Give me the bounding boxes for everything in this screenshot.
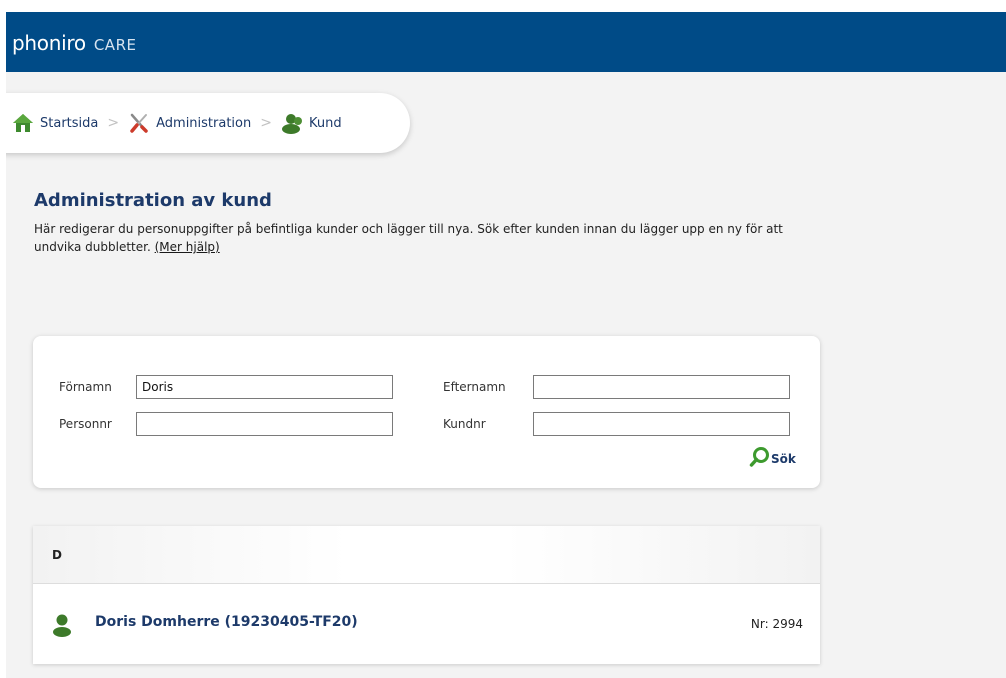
customer-name-link[interactable]: Doris Domherre (19230405-TF20) xyxy=(95,614,358,630)
group-letter: D xyxy=(52,548,62,562)
logo[interactable]: phoniro CARE xyxy=(12,31,136,55)
breadcrumb-bar: Startsida > Administration > Kund xyxy=(6,93,410,153)
search-icon xyxy=(749,446,771,471)
intro-text: Här redigerar du personuppgifter på befi… xyxy=(34,222,783,254)
fornamn-label: Förnamn xyxy=(59,380,112,394)
breadcrumb-item-kund[interactable]: Kund xyxy=(281,112,342,134)
customer-number: Nr: 2994 xyxy=(750,617,803,631)
personnr-label: Personnr xyxy=(59,417,112,431)
list-item[interactable]: Doris Domherre (19230405-TF20) Nr: 2994 xyxy=(33,584,820,664)
kundnr-input[interactable] xyxy=(533,412,790,436)
breadcrumb-label-administration: Administration xyxy=(156,115,252,131)
fornamn-input[interactable] xyxy=(136,375,393,399)
personnr-input[interactable] xyxy=(136,412,393,436)
breadcrumb-item-startsida[interactable]: Startsida xyxy=(12,112,98,134)
breadcrumb-label-kund: Kund xyxy=(308,115,342,131)
results-list: D Doris Domherre (19230405-TF20) Nr: 299… xyxy=(33,526,820,664)
logo-product: CARE xyxy=(93,36,137,54)
breadcrumb-item-administration[interactable]: Administration xyxy=(128,112,251,134)
efternamn-label: Efternamn xyxy=(443,380,506,394)
app-frame: phoniro CARE Startsida > Administration … xyxy=(6,12,1006,678)
breadcrumb-separator: > xyxy=(260,115,272,131)
top-bar: phoniro CARE xyxy=(6,12,1006,72)
efternamn-input[interactable] xyxy=(533,375,790,399)
breadcrumb-label-startsida: Startsida xyxy=(40,115,99,131)
logo-brand: phoniro xyxy=(12,31,86,55)
search-button-label: Sök xyxy=(771,451,796,466)
search-button[interactable]: Sök xyxy=(749,446,796,471)
results-group-header: D xyxy=(33,526,820,584)
customer-icon xyxy=(51,613,73,641)
tools-icon xyxy=(128,112,150,134)
page-title: Administration av kund xyxy=(34,190,272,211)
breadcrumb: Startsida > Administration > Kund xyxy=(12,93,342,153)
search-form: Förnamn Efternamn Personnr Kundnr Sök xyxy=(33,336,820,488)
customer-icon xyxy=(281,112,303,134)
page-intro: Här redigerar du personuppgifter på befi… xyxy=(34,220,824,256)
breadcrumb-separator: > xyxy=(107,115,120,131)
home-icon xyxy=(12,112,34,134)
help-link[interactable]: (Mer hjälp) xyxy=(155,240,220,254)
kundnr-label: Kundnr xyxy=(443,417,486,431)
